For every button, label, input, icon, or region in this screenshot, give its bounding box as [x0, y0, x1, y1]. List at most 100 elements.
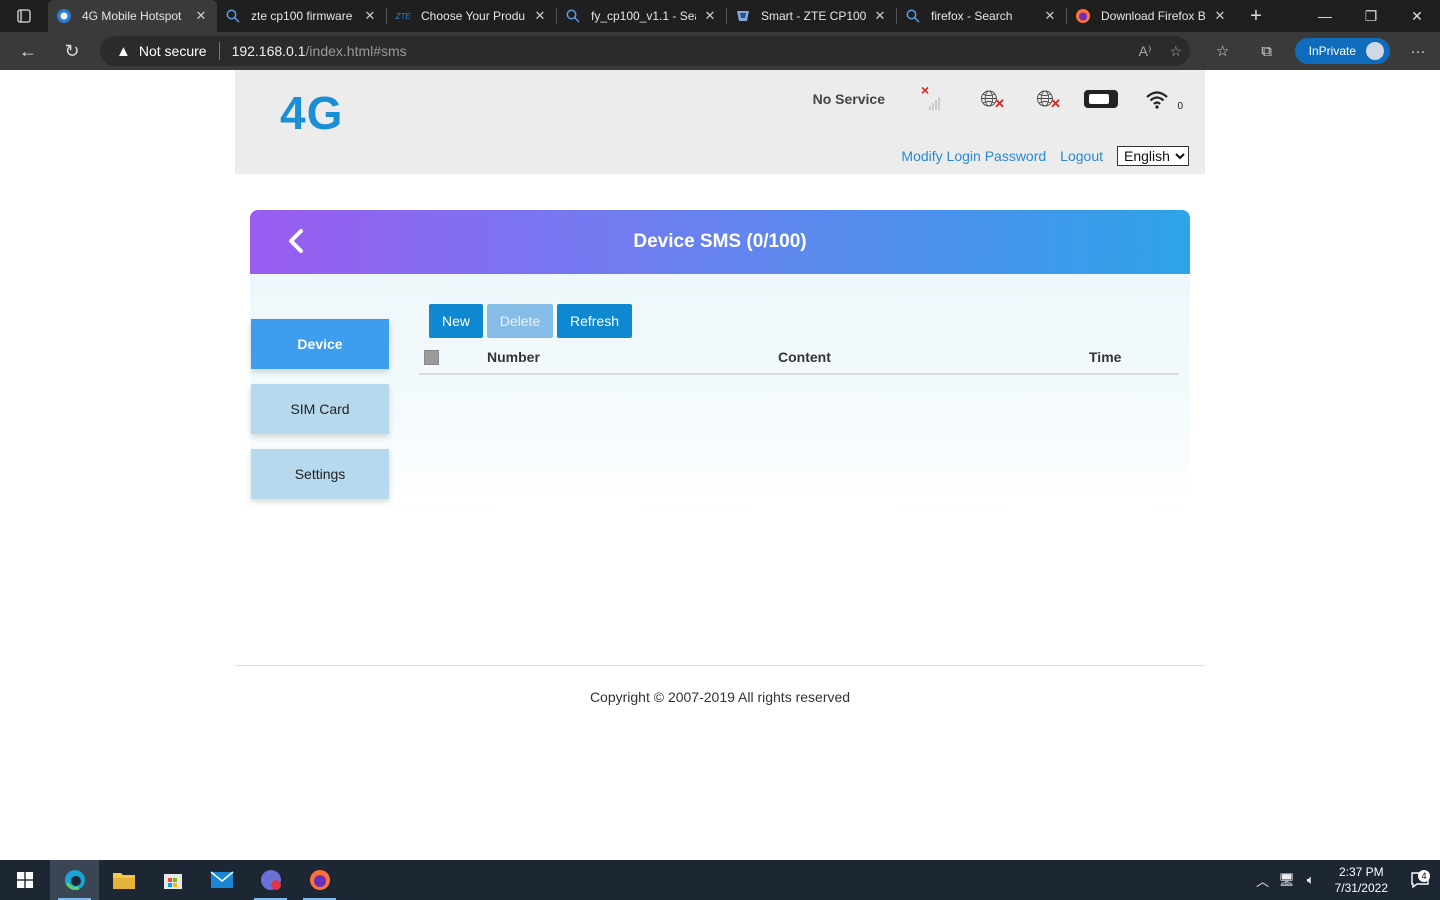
delete-button[interactable]: Delete	[487, 304, 553, 338]
signal-strength-icon: ×	[915, 82, 951, 112]
add-favorite-icon[interactable]: ☆	[1169, 43, 1182, 60]
page-banner: Device SMS (0/100)	[250, 210, 1190, 274]
tab-close-icon[interactable]: ✕	[532, 8, 548, 24]
tab-actions-icon[interactable]	[0, 0, 48, 32]
notifications-icon[interactable]: 4	[1400, 870, 1440, 888]
address-bar-actions: A⁾ ☆	[1139, 36, 1182, 66]
inprivate-button[interactable]: InPrivate	[1294, 38, 1390, 64]
clock[interactable]: 2:37 PM 7/31/2022	[1323, 864, 1400, 896]
url-host: 192.168.0.1	[231, 43, 306, 59]
collections-icon[interactable]: ⧉	[1245, 32, 1289, 70]
refresh-button[interactable]: Refresh	[557, 304, 632, 338]
firefox-icon	[1075, 8, 1091, 24]
sms-table-header: Number Content Time	[419, 345, 1179, 375]
smart-favicon-icon	[735, 8, 751, 24]
reload-icon[interactable]: ↻	[50, 32, 94, 70]
battery-icon	[1083, 86, 1119, 112]
volume-icon[interactable]: 🔈︎	[1299, 872, 1323, 888]
modify-password-link[interactable]: Modify Login Password	[901, 148, 1046, 164]
search-icon	[225, 8, 241, 24]
mail-icon[interactable]	[197, 860, 246, 900]
search-icon	[565, 8, 581, 24]
tab-close-icon[interactable]: ✕	[1042, 8, 1058, 24]
tab-close-icon[interactable]: ✕	[702, 8, 718, 24]
router-header: 4G No Service × 🌐︎ ✕ 🌐︎ ✕ 0 Modify Login P…	[235, 70, 1205, 174]
tab-title: Choose Your Produ	[421, 9, 526, 23]
logout-link[interactable]: Logout	[1060, 148, 1103, 164]
tab-smart-zte-cp100[interactable]: Smart - ZTE CP100 ✕	[727, 0, 896, 32]
new-button[interactable]: New	[429, 304, 483, 338]
back-arrow-icon[interactable]: ←	[6, 32, 50, 70]
tab-title: zte cp100 firmware	[251, 9, 353, 23]
tab-download-firefox[interactable]: Download Firefox B ✕	[1067, 0, 1236, 32]
minimize-icon[interactable]: —	[1302, 0, 1348, 32]
read-aloud-icon[interactable]: A⁾	[1139, 43, 1152, 60]
tab-title: 4G Mobile Hotspot	[82, 9, 182, 23]
tab-firefox-search[interactable]: firefox - Search ✕	[897, 0, 1066, 32]
security-indicator[interactable]: ▲ Not secure	[116, 43, 207, 60]
tab-4g-mobile-hotspot[interactable]: 4G Mobile Hotspot ✕	[48, 0, 217, 32]
wifi-icon: 0	[1139, 86, 1183, 112]
restore-icon[interactable]: ❐	[1348, 0, 1394, 32]
notification-count-badge: 4	[1418, 870, 1430, 882]
search-icon	[905, 8, 921, 24]
internet-disconnected-icon: 🌐︎ ✕	[980, 86, 1005, 111]
more-options-icon[interactable]: ···	[1396, 32, 1440, 70]
favorites-icon[interactable]: ☆	[1201, 32, 1245, 70]
close-window-icon[interactable]: ✕	[1394, 0, 1440, 32]
network-status: No Service	[812, 91, 885, 107]
network-icon[interactable]: 🖥︎	[1275, 872, 1299, 888]
tab-fy-cp100-search[interactable]: fy_cp100_v1.1 - Sea ✕	[557, 0, 726, 32]
security-label: Not secure	[138, 43, 207, 59]
tab-title: firefox - Search	[931, 9, 1013, 23]
tab-title: Smart - ZTE CP100	[761, 9, 866, 23]
sidebar-item-sim-card[interactable]: SIM Card	[251, 384, 389, 434]
chat-app-icon[interactable]	[246, 860, 295, 900]
router-favicon-icon	[56, 8, 72, 24]
tab-close-icon[interactable]: ✕	[1212, 8, 1228, 24]
url-path: /index.html#sms	[305, 43, 407, 59]
clock-date: 7/31/2022	[1334, 881, 1388, 895]
status-bar: No Service × 🌐︎ ✕ 🌐︎ ✕ 0	[812, 82, 1183, 112]
tab-close-icon[interactable]: ✕	[872, 8, 888, 24]
copyright-text: Copyright © 2007-2019 All rights reserve…	[589, 689, 851, 705]
show-hidden-icons-icon[interactable]: ︿	[1251, 871, 1275, 890]
browser-toolbar: ← ↻ ▲ Not secure 192.168.0.1/index.html#…	[0, 32, 1440, 70]
tab-choose-your-product[interactable]: ZTE Choose Your Produ ✕	[387, 0, 556, 32]
clock-time: 2:37 PM	[1338, 865, 1384, 879]
sidebar-item-settings[interactable]: Settings	[251, 449, 389, 499]
column-header-content: Content	[778, 349, 831, 365]
address-bar[interactable]: ▲ Not secure 192.168.0.1/index.html#sms …	[100, 36, 1190, 66]
browser-tab-strip: 4G Mobile Hotspot ✕ zte cp100 firmware ✕…	[0, 0, 1440, 32]
select-all-checkbox[interactable]	[424, 350, 439, 365]
tab-close-icon[interactable]: ✕	[193, 8, 209, 24]
data-connection-disconnected-icon: 🌐︎ ✕	[1036, 86, 1061, 111]
windows-start-icon[interactable]	[0, 860, 50, 900]
file-explorer-icon[interactable]	[99, 860, 148, 900]
toolbar-right: ☆ ⧉ InPrivate ···	[1201, 32, 1440, 70]
warning-icon: ▲	[116, 42, 131, 60]
wifi-client-count: 0	[1177, 101, 1183, 112]
logo: 4G	[280, 87, 344, 139]
tab-zte-cp100-firmware[interactable]: zte cp100 firmware ✕	[217, 0, 386, 32]
language-select[interactable]: English	[1117, 146, 1189, 166]
edge-browser-icon[interactable]	[50, 860, 99, 900]
inprivate-label: InPrivate	[1308, 44, 1356, 58]
tab-title: fy_cp100_v1.1 - Sea	[591, 9, 696, 23]
system-tray: ︿ 🖥︎ 🔈︎ 2:37 PM 7/31/2022 4	[1251, 860, 1440, 900]
tab-title: Download Firefox B	[1101, 9, 1206, 23]
address-divider	[218, 42, 220, 60]
zte-favicon-icon: ZTE	[395, 11, 411, 21]
tab-close-icon[interactable]: ✕	[362, 8, 378, 24]
header-links: Modify Login Password Logout English	[901, 146, 1189, 166]
column-header-time: Time	[1089, 349, 1122, 365]
new-tab-icon[interactable]: +	[1236, 0, 1276, 32]
footer-divider	[235, 665, 1205, 666]
content-panel	[250, 274, 1190, 504]
microsoft-store-icon[interactable]	[148, 860, 197, 900]
window-controls: — ❐ ✕	[1302, 0, 1440, 32]
avatar	[1364, 40, 1386, 62]
windows-taskbar: ︿ 🖥︎ 🔈︎ 2:37 PM 7/31/2022 4	[0, 860, 1440, 900]
sidebar-item-device[interactable]: Device	[251, 319, 389, 369]
firefox-taskbar-icon[interactable]	[295, 860, 344, 900]
